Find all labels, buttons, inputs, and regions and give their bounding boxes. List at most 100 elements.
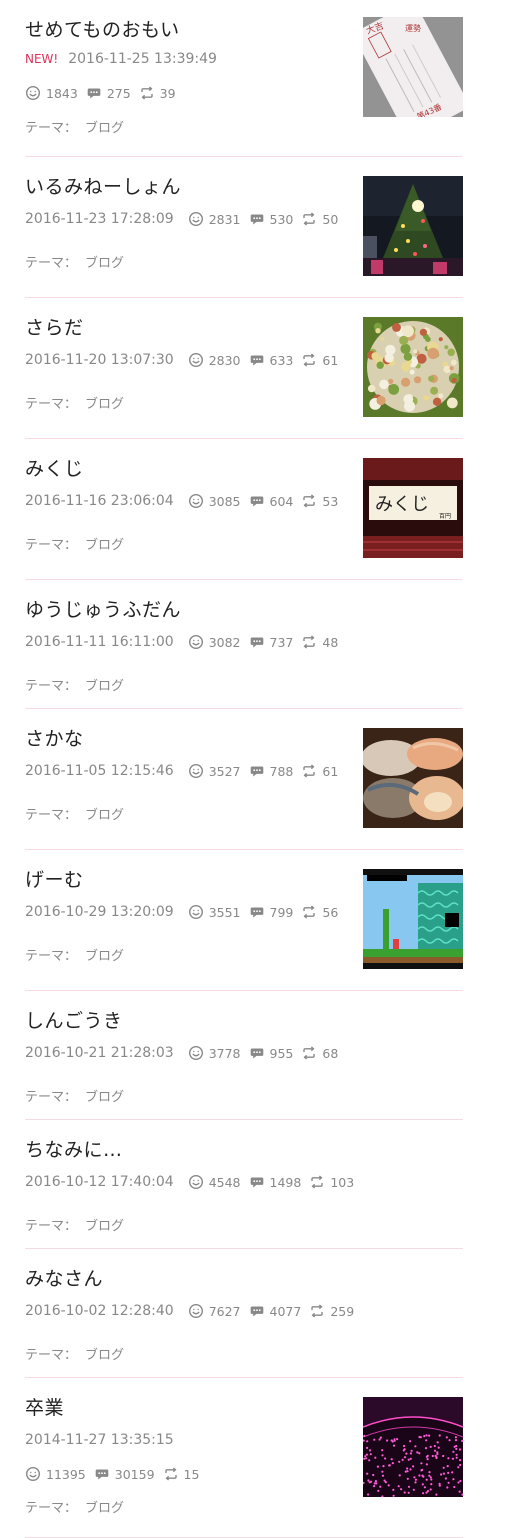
smile-icon[interactable]: [188, 352, 204, 368]
reblog-icon[interactable]: [301, 763, 317, 779]
smile-count[interactable]: 3085: [209, 494, 241, 509]
comment-icon[interactable]: [94, 1466, 110, 1482]
entry-title-link[interactable]: しんごうき: [25, 1006, 123, 1033]
smile-icon[interactable]: [188, 904, 204, 920]
reblog-count[interactable]: 48: [322, 635, 338, 650]
smile-icon[interactable]: [188, 493, 204, 509]
theme-link[interactable]: ブログ: [85, 808, 124, 823]
comment-count[interactable]: 1498: [270, 1175, 302, 1190]
reblog-icon[interactable]: [301, 211, 317, 227]
reblog-count[interactable]: 259: [330, 1304, 354, 1319]
reblog-count[interactable]: 68: [322, 1046, 338, 1061]
comment-icon[interactable]: [249, 1303, 265, 1319]
reblog-icon[interactable]: [163, 1466, 179, 1482]
entry-title-link[interactable]: 卒業: [25, 1393, 64, 1420]
smile-icon[interactable]: [188, 211, 204, 227]
mikuji-sign-photo[interactable]: みくじ 百円: [363, 458, 463, 558]
comment-icon[interactable]: [249, 1045, 265, 1061]
smile-count[interactable]: 2831: [209, 212, 241, 227]
reblog-icon[interactable]: [301, 493, 317, 509]
blog-entry[interactable]: さらだ 2016-11-20 13:07:30 2830 633 61 テーマ： ブログ: [0, 298, 514, 439]
blog-entry[interactable]: せめてものおもい NEW! 2016-11-25 13:39:49 1843 275 39…: [0, 0, 514, 157]
blog-entry[interactable]: いるみねーしょん 2016-11-23 17:28:09 2831 530 50 テーマ：…: [0, 157, 514, 298]
theme-link[interactable]: ブログ: [85, 1090, 124, 1105]
reblog-icon[interactable]: [301, 1045, 317, 1061]
smile-count[interactable]: 2830: [209, 353, 241, 368]
reblog-count[interactable]: 50: [322, 212, 338, 227]
reblog-count[interactable]: 53: [322, 494, 338, 509]
comment-icon[interactable]: [249, 763, 265, 779]
comment-count[interactable]: 788: [270, 764, 294, 779]
blog-entry[interactable]: ちなみに… 2016-10-12 17:40:04 4548 1498 103 テーマ： ブ…: [0, 1120, 514, 1249]
smile-count[interactable]: 3082: [209, 635, 241, 650]
smile-icon[interactable]: [188, 1174, 204, 1190]
smile-count[interactable]: 11395: [46, 1467, 86, 1482]
entry-title-link[interactable]: さかな: [25, 724, 84, 751]
blog-entry[interactable]: みくじ 2016-11-16 23:06:04 3085 604 53 テーマ： ブログ みく…: [0, 439, 514, 580]
theme-link[interactable]: ブログ: [85, 397, 124, 412]
smile-count[interactable]: 3551: [209, 905, 241, 920]
comment-count[interactable]: 275: [107, 86, 131, 101]
comment-count[interactable]: 799: [270, 905, 294, 920]
smile-count[interactable]: 3778: [209, 1046, 241, 1061]
smile-count[interactable]: 7627: [209, 1304, 241, 1319]
comment-count[interactable]: 633: [270, 353, 294, 368]
fortune-slip-photo[interactable]: 大吉 運勢 第43番: [363, 17, 463, 117]
entry-title-link[interactable]: みくじ: [25, 454, 84, 481]
reblog-icon[interactable]: [139, 85, 155, 101]
theme-link[interactable]: ブログ: [85, 679, 124, 694]
concert-penlight-photo[interactable]: [363, 1397, 463, 1497]
theme-link[interactable]: ブログ: [85, 1219, 124, 1234]
blog-entry[interactable]: げーむ 2016-10-29 13:20:09 3551 799 56 テーマ： ブログ: [0, 850, 514, 991]
smile-icon[interactable]: [188, 1045, 204, 1061]
comment-icon[interactable]: [249, 352, 265, 368]
smile-icon[interactable]: [25, 1466, 41, 1482]
entry-title-link[interactable]: せめてものおもい: [25, 15, 180, 42]
reblog-icon[interactable]: [309, 1303, 325, 1319]
blog-entry[interactable]: 卒業 2014-11-27 13:35:15 11395 30159 15 テーマ： ブログ: [0, 1378, 514, 1538]
blog-entry[interactable]: ゆうじゅうふだん 2016-11-11 16:11:00 3082 737 48 テーマ：…: [0, 580, 514, 709]
comment-count[interactable]: 530: [270, 212, 294, 227]
comment-icon[interactable]: [249, 904, 265, 920]
christmas-tree-photo[interactable]: [363, 176, 463, 276]
reblog-count[interactable]: 103: [330, 1175, 354, 1190]
comment-count[interactable]: 955: [270, 1046, 294, 1061]
smile-count[interactable]: 3527: [209, 764, 241, 779]
comment-count[interactable]: 4077: [270, 1304, 302, 1319]
reblog-icon[interactable]: [301, 352, 317, 368]
reblog-icon[interactable]: [309, 1174, 325, 1190]
comment-count[interactable]: 30159: [115, 1467, 155, 1482]
blog-entry[interactable]: さかな 2016-11-05 12:15:46 3527 788 61 テーマ： ブログ: [0, 709, 514, 850]
entry-title-link[interactable]: げーむ: [25, 865, 84, 892]
smile-icon[interactable]: [188, 1303, 204, 1319]
sushi-photo[interactable]: [363, 728, 463, 828]
reblog-count[interactable]: 39: [160, 86, 176, 101]
smile-icon[interactable]: [188, 634, 204, 650]
reblog-count[interactable]: 15: [184, 1467, 200, 1482]
smile-icon[interactable]: [25, 85, 41, 101]
game-screen-photo[interactable]: [363, 869, 463, 969]
blog-entry[interactable]: しんごうき 2016-10-21 21:28:03 3778 955 68 テーマ： ブログ: [0, 991, 514, 1120]
smile-count[interactable]: 4548: [209, 1175, 241, 1190]
theme-link[interactable]: ブログ: [85, 538, 124, 553]
comment-icon[interactable]: [86, 85, 102, 101]
entry-title-link[interactable]: ゆうじゅうふだん: [25, 595, 181, 622]
theme-link[interactable]: ブログ: [85, 1501, 124, 1516]
smile-count[interactable]: 1843: [46, 86, 78, 101]
entry-title-link[interactable]: ちなみに…: [25, 1135, 123, 1162]
entry-title-link[interactable]: みなさん: [25, 1264, 103, 1291]
blog-entry[interactable]: みなさん 2016-10-02 12:28:40 7627 4077 259 テーマ： ブロ…: [0, 1249, 514, 1378]
salad-photo[interactable]: [363, 317, 463, 417]
comment-count[interactable]: 737: [270, 635, 294, 650]
comment-icon[interactable]: [249, 1174, 265, 1190]
comment-icon[interactable]: [249, 634, 265, 650]
theme-link[interactable]: ブログ: [85, 256, 124, 271]
comment-count[interactable]: 604: [270, 494, 294, 509]
reblog-count[interactable]: 56: [322, 905, 338, 920]
theme-link[interactable]: ブログ: [85, 949, 124, 964]
smile-icon[interactable]: [188, 763, 204, 779]
theme-link[interactable]: ブログ: [85, 1348, 124, 1363]
reblog-icon[interactable]: [301, 904, 317, 920]
reblog-count[interactable]: 61: [322, 764, 338, 779]
comment-icon[interactable]: [249, 493, 265, 509]
